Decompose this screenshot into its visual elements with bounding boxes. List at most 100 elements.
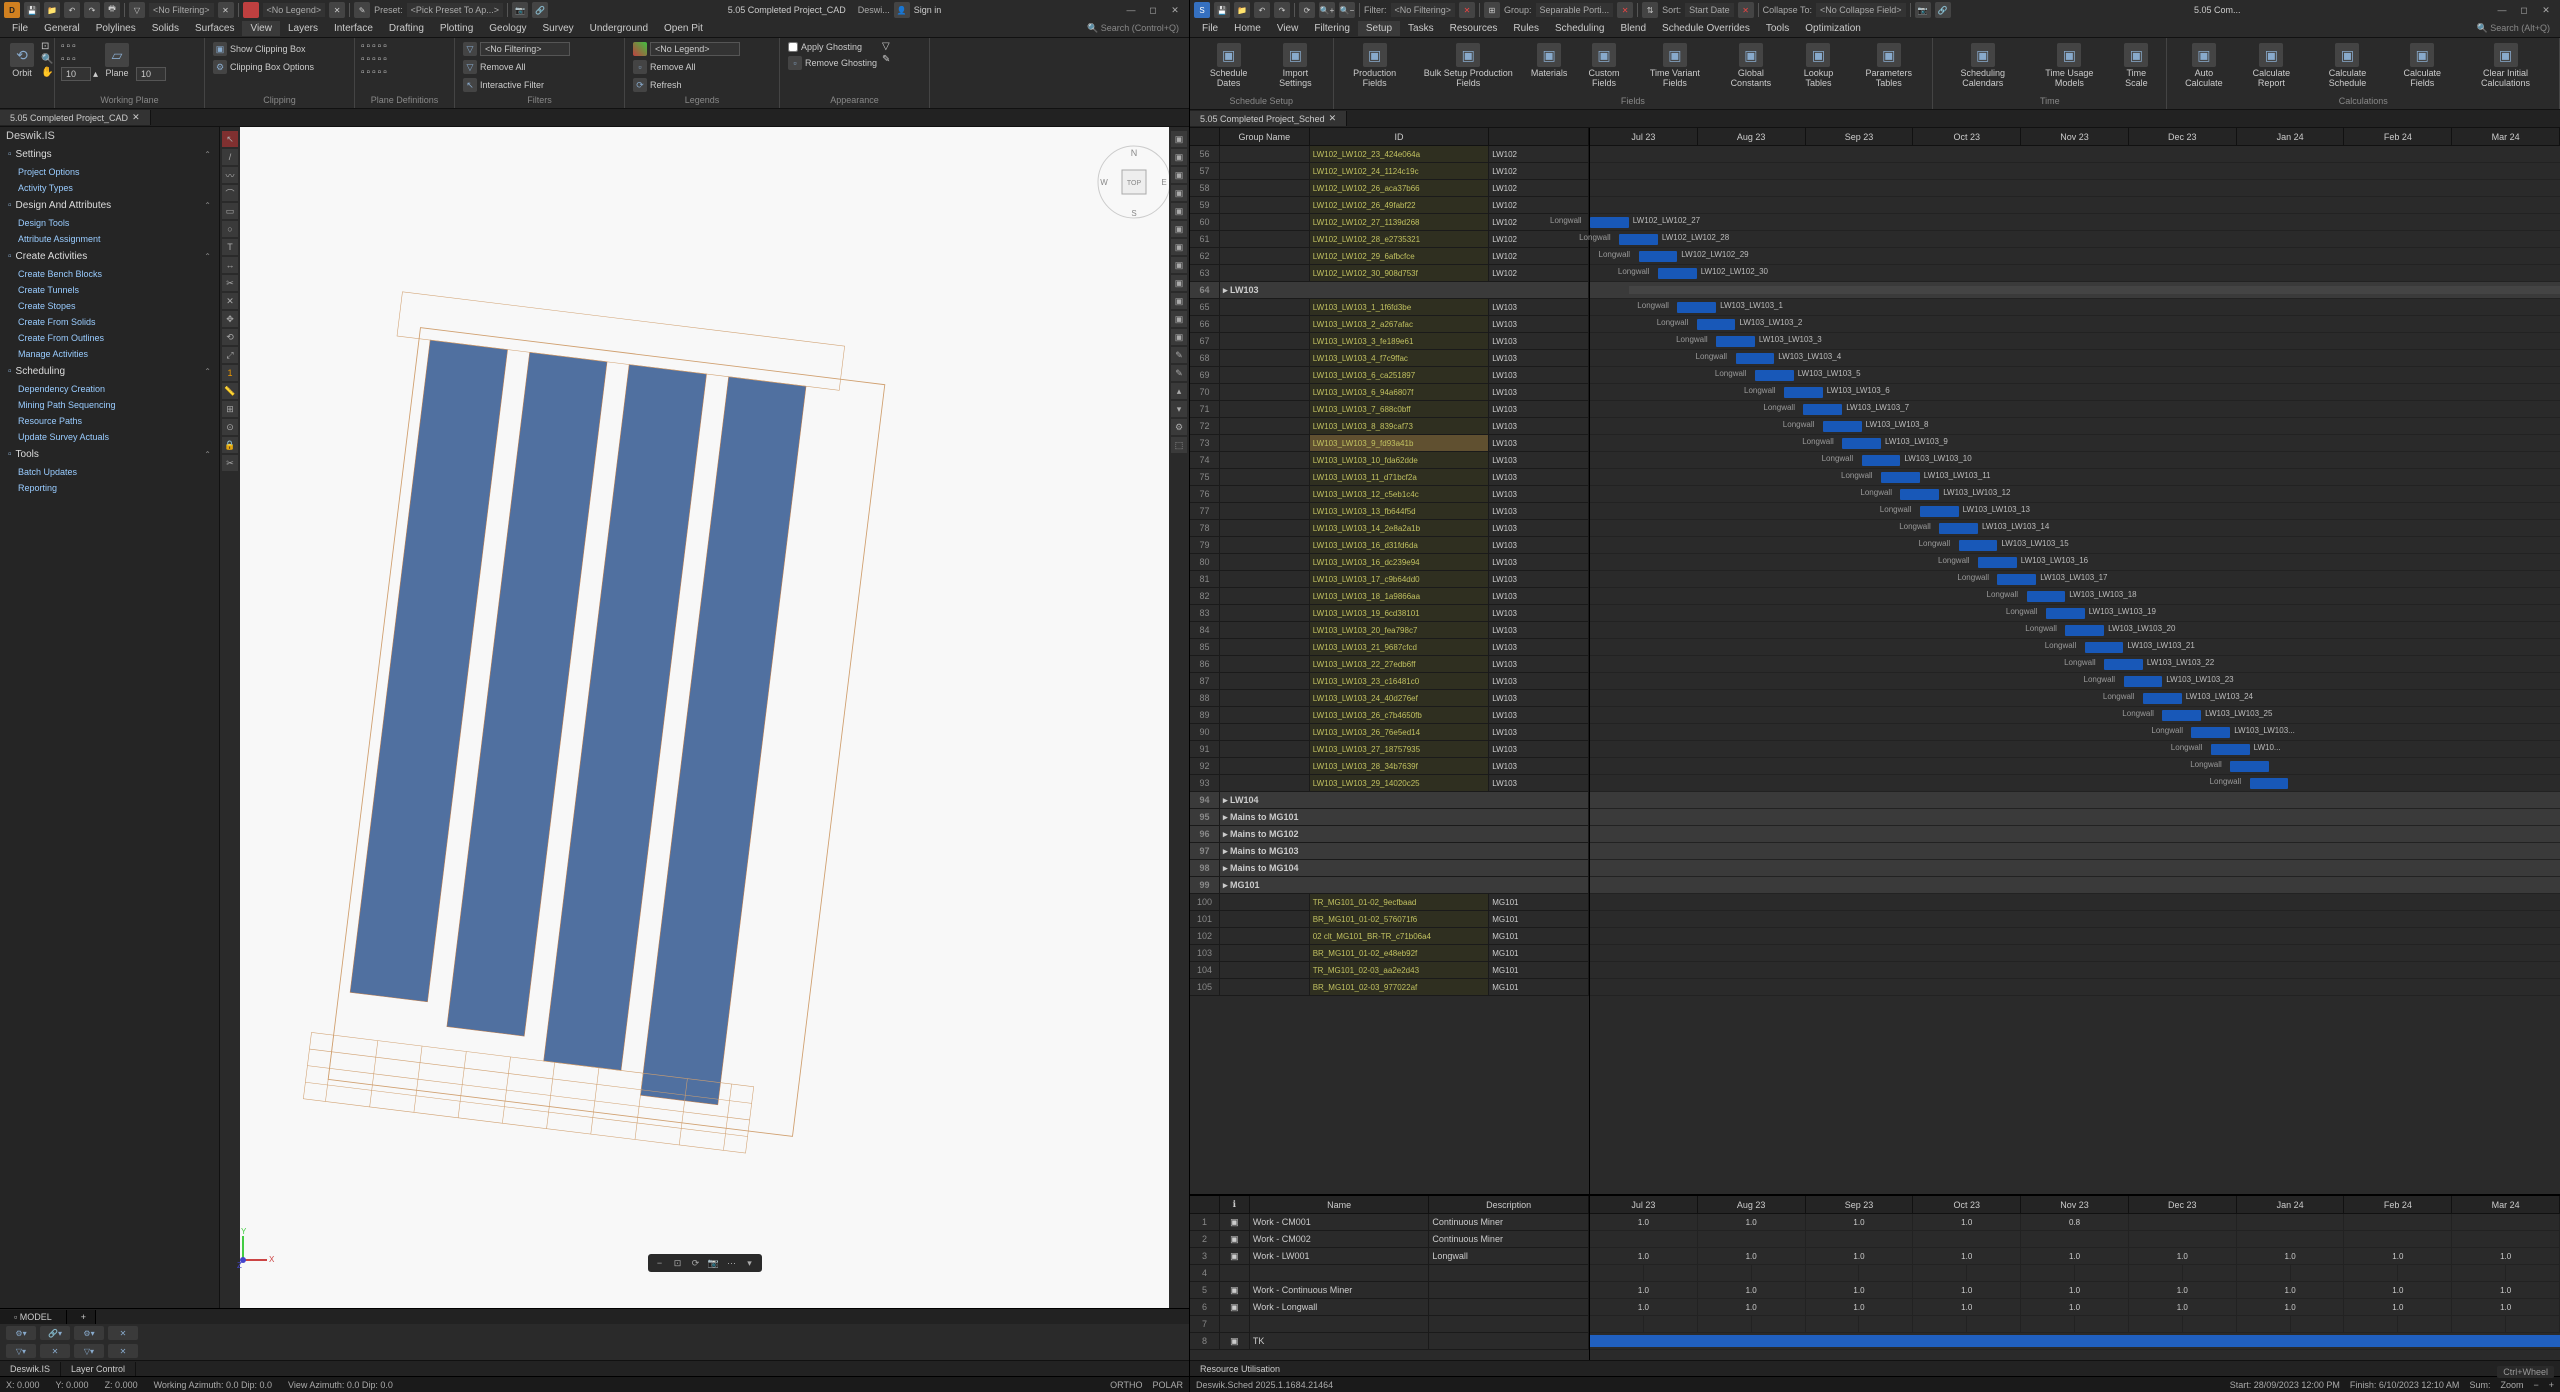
footer-tab-deswik-is[interactable]: Deswik.IS [0,1362,61,1376]
gantt-group-row[interactable]: 98▸ Mains to MG104 [1190,860,1589,877]
gantt-task-row[interactable]: 79LW103_LW103_16_d31fd6daLW103 [1190,537,1589,554]
plane-icon[interactable]: ▫ [361,54,365,65]
text-icon[interactable]: T [222,239,238,255]
scale-icon[interactable]: ⤢ [222,347,238,363]
month-header[interactable]: Aug 23 [1698,1196,1806,1213]
filter-field[interactable]: <No Filtering> [149,3,214,17]
polar-toggle[interactable]: POLAR [1152,1380,1183,1390]
circle-icon[interactable]: ○ [222,221,238,237]
display-icon[interactable]: ▣ [1171,275,1187,291]
menu-file[interactable]: File [4,21,36,36]
folder-icon[interactable]: 📁 [1234,2,1250,18]
header-id[interactable]: ID [1310,128,1490,145]
gantt-task-row[interactable]: 103BR_MG101_01-02_e48eb92fMG101 [1190,945,1589,962]
menu-survey[interactable]: Survey [535,21,582,36]
save-icon[interactable]: 💾 [24,2,40,18]
ribbon-calculate-schedule[interactable]: ▣Calculate Schedule [2309,41,2387,91]
config-icon[interactable]: ⬚ [1171,437,1187,453]
plane-icon[interactable]: ▫ [383,41,387,52]
menu-open-pit[interactable]: Open Pit [656,21,711,36]
plane-icon[interactable]: ▫ [361,41,365,52]
remove-all-filters[interactable]: ▽Remove All [461,59,572,75]
refresh-icon[interactable]: ⟳ [688,1256,704,1270]
legend-field-row[interactable] [631,41,742,57]
close-tab-icon[interactable]: ✕ [132,112,140,123]
display-icon[interactable]: ▣ [1171,221,1187,237]
month-header[interactable]: Jul 23 [1590,1196,1698,1213]
link-create-tunnels[interactable]: Create Tunnels [0,282,219,298]
collapse-field[interactable]: <No Collapse Field> [1816,3,1906,17]
display-icon[interactable]: ▣ [1171,311,1187,327]
close-button[interactable]: ✕ [1165,3,1185,17]
section-create-activities[interactable]: ▫ Create Activities⌃ [0,247,219,266]
link-manage-activities[interactable]: Manage Activities [0,346,219,362]
gear-button[interactable]: ⚙▾ [74,1326,104,1340]
filter-icon[interactable]: ▽ [882,41,890,52]
ribbon-calculate-report[interactable]: ▣Calculate Report [2237,41,2305,91]
pen-icon[interactable]: ✎ [354,2,370,18]
menu-rules[interactable]: Rules [1505,21,1547,36]
menu-geology[interactable]: Geology [481,21,534,36]
zoom-in-button[interactable]: + [2549,1380,2554,1390]
plane-icon[interactable]: ▫ [383,54,387,65]
gantt-group-row[interactable]: 96▸ Mains to MG102 [1190,826,1589,843]
month-header[interactable]: Dec 23 [2129,1196,2237,1213]
menu-home[interactable]: Home [1226,21,1269,36]
group-field[interactable]: Separable Porti... [1536,3,1614,17]
close-button[interactable]: ✕ [2536,3,2556,17]
refresh-legends[interactable]: ⟳Refresh [631,77,742,93]
clipping-box-options[interactable]: ⚙Clipping Box Options [211,59,316,75]
display-icon[interactable]: ▣ [1171,203,1187,219]
plane-icon[interactable]: ▫ [383,67,387,78]
down-icon[interactable]: ▾ [1171,401,1187,417]
ribbon-global-constants[interactable]: ▣Global Constants [1716,41,1786,91]
edit-icon[interactable]: ✎ [1171,347,1187,363]
menu-surfaces[interactable]: Surfaces [187,21,242,36]
view-front-icon[interactable]: ▫ [67,41,71,52]
ortho-toggle[interactable]: ORTHO [1110,1380,1142,1390]
gantt-task-row[interactable]: 70LW103_LW103_6_94a6807fLW103 [1190,384,1589,401]
clear-filter-icon[interactable]: ✕ [218,2,234,18]
gantt-task-row[interactable]: 59LW102_LW102_26_49fabf22LW102 [1190,197,1589,214]
apply-ghosting[interactable]: Apply Ghosting [786,41,879,53]
link-dependency-creation[interactable]: Dependency Creation [0,381,219,397]
clear-filter-icon[interactable]: ✕ [1459,2,1475,18]
plane-icon[interactable]: ▫ [372,67,376,78]
ribbon-clear-initial-calculations[interactable]: ▣Clear Initial Calculations [2458,41,2553,91]
undo-icon[interactable]: ↶ [1254,2,1270,18]
gantt-task-row[interactable]: 87LW103_LW103_23_c16481c0LW103 [1190,673,1589,690]
view-right-icon[interactable]: ▫ [72,54,76,65]
section-tools[interactable]: ▫ Tools⌃ [0,445,219,464]
number-icon[interactable]: 1 [222,365,238,381]
save-icon[interactable]: 💾 [1214,2,1230,18]
gear-button[interactable]: ⚙▾ [6,1326,36,1340]
gantt-task-row[interactable]: 57LW102_LW102_24_1124c19cLW102 [1190,163,1589,180]
link-project-options[interactable]: Project Options [0,164,219,180]
resource-row[interactable]: 3▣Work - LW001Longwall [1190,1248,1589,1265]
minimize-button[interactable]: — [2492,3,2512,17]
plane-button[interactable]: ▱ Plane [101,41,133,81]
zoom-out-icon[interactable]: 🔍− [1339,2,1355,18]
resource-utilisation-tab[interactable]: Resource Utilisation [1190,1362,1290,1376]
folder-icon[interactable]: 📁 [44,2,60,18]
filter-field-row[interactable]: ▽ [461,41,572,57]
month-header[interactable]: Jan 24 [2237,128,2345,145]
clear-legend-icon[interactable]: ✕ [329,2,345,18]
menu-optimization[interactable]: Optimization [1797,21,1869,36]
clear-sort-icon[interactable]: ✕ [1738,2,1754,18]
gantt-task-row[interactable]: 89LW103_LW103_26_c7b4650fbLW103 [1190,707,1589,724]
display-icon[interactable]: ▣ [1171,293,1187,309]
month-header[interactable]: Mar 24 [2452,1196,2560,1213]
gantt-task-row[interactable]: 86LW103_LW103_22_27edb6ffLW103 [1190,656,1589,673]
link-design-tools[interactable]: Design Tools [0,215,219,231]
gantt-task-row[interactable]: 88LW103_LW103_24_40d276efLW103 [1190,690,1589,707]
close-button[interactable]: ✕ [108,1344,138,1358]
display-icon[interactable]: ▣ [1171,149,1187,165]
gantt-task-row[interactable]: 92LW103_LW103_28_34b7639fLW103 [1190,758,1589,775]
gantt-task-row[interactable]: 72LW103_LW103_8_839caf73LW103 [1190,418,1589,435]
more-icon[interactable]: ⋯ [724,1256,740,1270]
section-scheduling[interactable]: ▫ Scheduling⌃ [0,362,219,381]
menu-plotting[interactable]: Plotting [432,21,481,36]
ribbon-auto-calculate[interactable]: ▣Auto Calculate [2173,41,2234,91]
footer-tab-layer-control[interactable]: Layer Control [61,1362,136,1376]
